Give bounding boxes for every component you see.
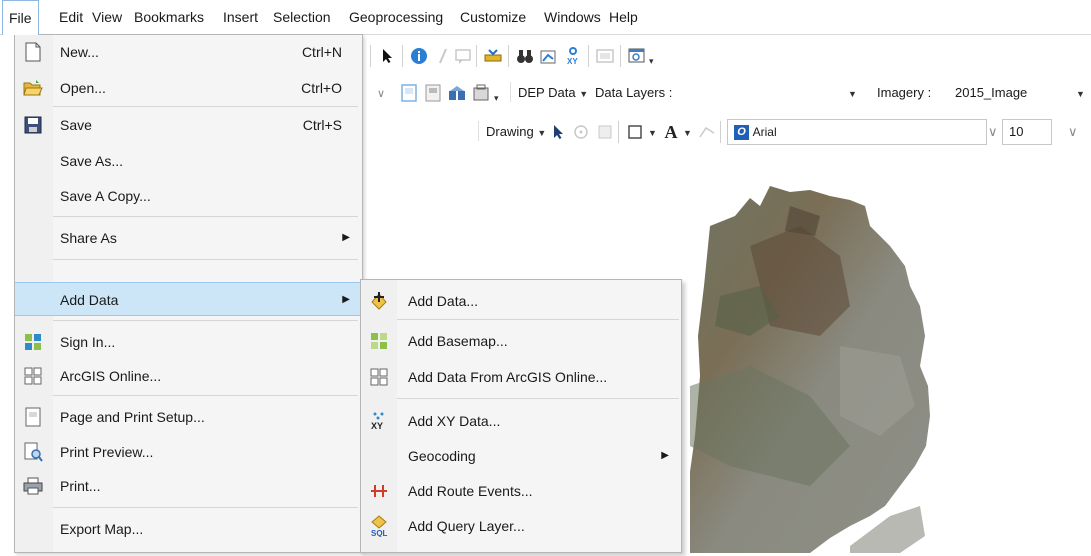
data-layers-dropdown-arrow-icon[interactable]: ▼ [848, 85, 857, 100]
rectangle-dropdown-arrow-icon[interactable]: ▼ [648, 124, 657, 139]
identify-icon[interactable] [408, 45, 430, 67]
printer-icon [22, 475, 44, 497]
font-size-select[interactable]: 10 [1002, 119, 1052, 145]
file-menu-share-as[interactable]: Share As ▶ [15, 221, 362, 255]
svg-text:XY: XY [371, 421, 383, 431]
hyperlink-icon[interactable] [432, 45, 454, 67]
font-name-select[interactable]: O Arial [727, 119, 987, 145]
submenu-arrow-icon: ▶ [661, 450, 669, 461]
new-text-icon[interactable]: A [660, 121, 682, 143]
xy-data-icon: XY [368, 410, 390, 432]
file-menu-print-preview[interactable]: Print Preview... [15, 435, 362, 469]
menu-file[interactable]: File [2, 0, 39, 35]
file-menu-print[interactable]: Print... [15, 469, 362, 503]
select-elements-icon[interactable] [548, 121, 570, 143]
find-route-icon[interactable] [538, 45, 560, 67]
menu-insert[interactable]: Insert [217, 0, 264, 34]
time-slider-icon[interactable] [594, 45, 616, 67]
file-menu-save[interactable]: Save Ctrl+S [15, 108, 362, 142]
menu-selection[interactable]: Selection [267, 0, 337, 34]
menu-bookmarks[interactable]: Bookmarks [128, 0, 210, 34]
menu-windows[interactable]: Windows [538, 0, 607, 34]
map-view[interactable] [688, 186, 1090, 553]
file-menu-save-as[interactable]: Save As... [15, 144, 362, 178]
menu-help[interactable]: Help [603, 0, 644, 34]
menu-customize[interactable]: Customize [454, 0, 532, 34]
imagery-dropdown-arrow-icon[interactable]: ▼ [1076, 85, 1085, 100]
open-folder-icon [22, 77, 44, 99]
page-setup-icon [22, 406, 44, 428]
submenu-add-route-events[interactable]: Add Route Events... [361, 474, 681, 508]
add-data-submenu: Add Data... Add Basemap... Add Data From… [360, 279, 682, 553]
go-to-xy-icon[interactable]: XY [562, 45, 584, 67]
drawing-dropdown[interactable]: Drawing ▼ [486, 124, 546, 139]
select-elements-icon[interactable] [377, 45, 399, 67]
arcgis-online-grid-icon [368, 366, 390, 388]
file-menu-add-data[interactable]: Add Data ▶ [15, 282, 362, 316]
submenu-geocoding[interactable]: Geocoding ▶ [361, 439, 681, 473]
zoom-whole-page-icon[interactable] [594, 121, 616, 143]
new-document-icon [22, 41, 44, 63]
find-binoculars-icon[interactable] [514, 45, 536, 67]
menu-geoprocessing[interactable]: Geoprocessing [343, 0, 449, 34]
menu-view[interactable]: View [86, 0, 128, 34]
font-type-icon: O [734, 125, 749, 141]
print-preview-icon [22, 441, 44, 463]
dep-data-dropdown[interactable]: DEP Data ▼ [518, 85, 588, 100]
font-name-dropdown-arrow-icon[interactable]: ∨ [988, 124, 998, 140]
add-data-icon [368, 290, 390, 312]
page-layout-icon[interactable] [422, 82, 444, 104]
save-disk-icon [22, 114, 44, 136]
scale-dropdown-arrow-icon[interactable]: ∨ [370, 82, 392, 104]
submenu-add-basemap[interactable]: Add Basemap... [361, 324, 681, 358]
arc-toolbox-icon[interactable] [470, 82, 492, 104]
font-size-dropdown-arrow-icon[interactable]: ∨ [1068, 124, 1078, 140]
submenu-add-xy-data[interactable]: XY Add XY Data... [361, 404, 681, 438]
catalog-icon[interactable] [446, 82, 468, 104]
edit-vertices-icon[interactable] [696, 121, 718, 143]
submenu-add-data[interactable]: Add Data... [361, 284, 681, 318]
measure-icon[interactable] [482, 45, 504, 67]
file-menu-arcgis-online[interactable]: ArcGIS Online... [15, 359, 362, 393]
text-dropdown-arrow-icon[interactable]: ▼ [683, 124, 692, 139]
file-menu-page-print-setup[interactable]: Page and Print Setup... [15, 400, 362, 434]
rotate-icon[interactable] [570, 121, 592, 143]
menu-bar: File Edit View Bookmarks Insert Selectio… [0, 0, 1091, 35]
create-viewer-window-icon[interactable] [626, 45, 648, 67]
submenu-arrow-icon: ▶ [342, 232, 350, 243]
menu-edit[interactable]: Edit [53, 0, 89, 34]
layout-page-icon[interactable] [398, 82, 420, 104]
html-popup-icon[interactable] [452, 45, 474, 67]
submenu-add-data-arcgis-online[interactable]: Add Data From ArcGIS Online... [361, 360, 681, 394]
sign-in-icon [22, 331, 44, 353]
svg-text:SQL: SQL [371, 529, 388, 537]
submenu-arrow-icon: ▶ [342, 294, 350, 305]
file-menu-open[interactable]: Open... Ctrl+O [15, 71, 362, 105]
route-events-icon [368, 480, 390, 502]
imagery-value[interactable]: 2015_Image [955, 85, 1073, 100]
svg-text:XY: XY [567, 57, 578, 66]
imagery-label: Imagery : [877, 85, 932, 100]
sql-query-icon: SQL [368, 515, 390, 537]
file-menu-sign-in[interactable]: Sign In... [15, 325, 362, 359]
file-menu-export-map[interactable]: Export Map... [15, 512, 362, 546]
toolbar-overflow-icon[interactable]: ▾ [649, 52, 654, 67]
submenu-add-query-layer[interactable]: SQL Add Query Layer... [361, 509, 681, 543]
file-menu-new[interactable]: New... Ctrl+N [15, 35, 362, 69]
toolbar-overflow-icon[interactable]: ▾ [494, 89, 499, 104]
file-menu: New... Ctrl+N Open... Ctrl+O Save Ctrl+S… [14, 34, 363, 553]
rectangle-icon[interactable] [624, 121, 646, 143]
file-menu-save-a-copy[interactable]: Save A Copy... [15, 179, 362, 213]
data-layers-label: Data Layers : [595, 85, 673, 100]
add-basemap-icon [368, 330, 390, 352]
arcgis-online-icon [22, 365, 44, 387]
